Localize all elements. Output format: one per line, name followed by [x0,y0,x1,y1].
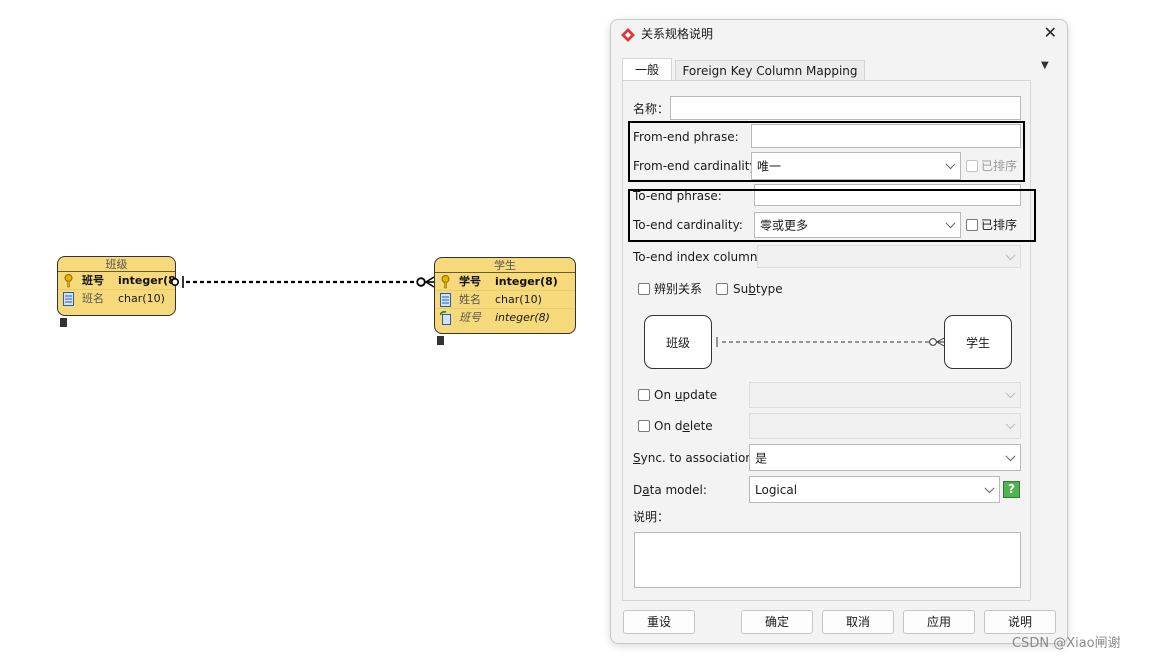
column-icon [440,293,451,307]
entity-class-row[interactable]: 班号 integer(8) [58,272,175,290]
subtype-label: Subtype [733,282,783,296]
chevron-down-icon [1005,450,1016,461]
cancel-button[interactable]: 取消 [822,610,894,634]
on-delete-label: On delete [654,419,713,433]
on-update-label: On update [654,388,718,402]
close-icon[interactable]: ✕ [1044,25,1057,41]
data-model-select[interactable]: Logical [749,476,1000,503]
entity-class[interactable]: 班级 班号 integer(8) 班名 char(10) [57,256,176,316]
foreign-key-icon [440,311,451,325]
relationship-spec-dialog: 关系规格说明 ✕ 一般 Foreign Key Column Mapping ▼… [610,19,1068,644]
sync-value: 是 [755,451,768,465]
identifying-checkbox[interactable] [638,283,650,295]
chevron-down-icon [984,482,995,493]
column-icon [63,292,74,306]
document-icon [437,336,444,345]
entity-student-row[interactable]: 姓名 char(10) [435,291,575,309]
apply-button[interactable]: 应用 [903,610,975,634]
relationship-connector[interactable] [168,272,440,292]
tab-general[interactable]: 一般 [622,58,672,80]
app-diamond-icon [621,28,635,42]
ok-button[interactable]: 确定 [741,610,813,634]
entity-student-title: 学生 [435,258,575,273]
column-type: integer(8) [495,311,550,324]
description-label: 说明： [633,510,670,524]
chevron-down-icon [1005,249,1016,260]
on-update-checkbox[interactable] [638,389,650,401]
document-icon [60,318,67,327]
on-delete-select[interactable] [749,413,1021,439]
general-panel: 名称： From-end phrase: From-end cardinalit… [622,80,1036,601]
reset-button[interactable]: 重设 [623,610,695,634]
name-label: 名称： [633,102,670,116]
preview-connector [716,337,945,347]
key-icon [441,275,450,289]
to-index-label: To-end index column: [633,250,762,264]
column-type: char(10) [118,292,165,305]
entity-student-row[interactable]: 学号 integer(8) [435,273,575,291]
to-end-highlight [628,189,1036,242]
tab-menu-icon[interactable]: ▼ [1041,60,1049,71]
chevron-down-icon [1005,419,1016,430]
column-name: 班号 [459,311,481,324]
entity-class-title: 班级 [58,257,175,272]
column-type: integer(8) [495,275,558,288]
on-update-select[interactable] [749,382,1021,408]
preview-entity-to: 学生 [944,315,1012,369]
key-icon [64,274,73,288]
to-index-select[interactable] [757,245,1021,268]
tab-fk-mapping[interactable]: Foreign Key Column Mapping [675,60,865,81]
on-delete-checkbox[interactable] [638,420,650,432]
data-model-label: Data model: [633,483,707,497]
column-type: char(10) [495,293,542,306]
preview-entity-from: 班级 [644,315,712,369]
sync-label: Sync. to association: [633,451,757,465]
column-name: 班名 [82,292,104,305]
watermark: CSDN @Xiao闸谢 [1012,636,1121,651]
column-name: 姓名 [459,293,481,306]
subtype-checkbox[interactable] [716,283,728,295]
sync-select[interactable]: 是 [749,444,1021,471]
description-textarea[interactable] [634,532,1021,588]
help-icon[interactable]: ? [1003,481,1020,498]
chevron-down-icon [1005,388,1016,399]
entity-class-row[interactable]: 班名 char(10) [58,290,175,308]
dialog-title: 关系规格说明 [641,27,714,41]
name-input[interactable] [670,96,1021,120]
from-end-highlight [628,121,1025,182]
data-model-value: Logical [755,482,798,497]
column-name: 学号 [459,275,481,288]
column-name: 班号 [82,274,104,287]
entity-student-row[interactable]: 班号 integer(8) [435,309,575,327]
help-button[interactable]: 说明 [984,610,1056,634]
entity-student[interactable]: 学生 学号 integer(8) 姓名 char(10) 班号 integer(… [434,257,576,334]
identifying-label: 辨别关系 [654,282,703,296]
